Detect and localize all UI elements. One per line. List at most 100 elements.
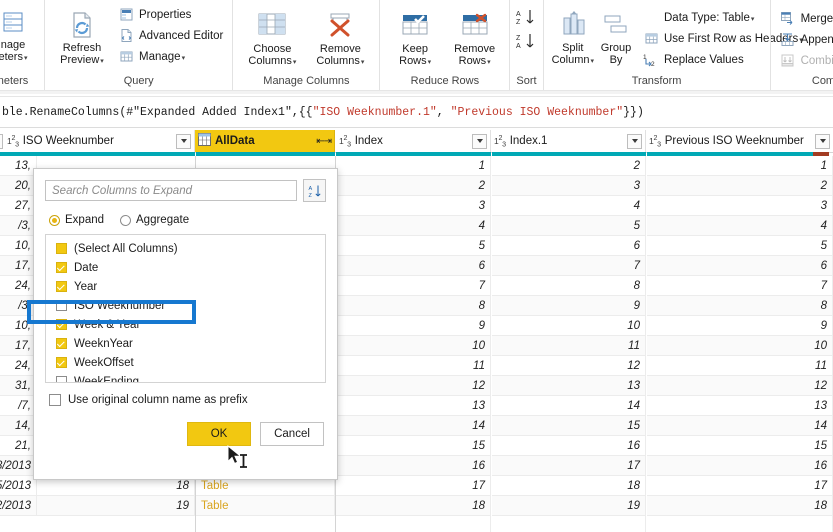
filter-dropdown-icon-0[interactable]: [0, 133, 3, 149]
expand-column-item[interactable]: Week & Year: [46, 315, 325, 334]
manage-parameters-label-2: eters▾: [0, 51, 28, 63]
properties-button[interactable]: Properties: [115, 5, 226, 24]
choose-columns-label-1: Choose: [253, 43, 292, 55]
cell-index: 1: [336, 156, 491, 176]
radio-expand[interactable]: Expand: [49, 214, 104, 226]
cell-index1: 15: [492, 416, 646, 436]
expand-column-item[interactable]: ISO Weeknumber: [46, 296, 325, 315]
filter-dropdown-icon-3[interactable]: [627, 133, 642, 149]
expand-column-checkbox[interactable]: [56, 262, 67, 273]
expand-column-item[interactable]: Date: [46, 258, 325, 277]
cell-previous-iso-weeknumber: 2: [647, 176, 833, 196]
manage-parameters-button[interactable]: nage eters▾: [0, 3, 38, 67]
expand-column-label: Year: [74, 280, 98, 293]
column-header-label-2: Index: [354, 135, 383, 147]
use-original-prefix-label: Use original column name as prefix: [68, 394, 248, 406]
combine-files-label: Combine Files: [800, 54, 833, 67]
ribbon-group-title-sort: Sort: [516, 75, 537, 87]
cell-index1: 2: [492, 156, 646, 176]
filter-dropdown-icon-2[interactable]: [472, 133, 487, 149]
filter-dropdown-icon-4[interactable]: [815, 133, 830, 149]
cell-index: 17: [336, 476, 491, 496]
split-column-icon: [557, 8, 589, 42]
sort-az-button[interactable]: A Z: [303, 179, 326, 202]
cell-previous-iso-weeknumber: 9: [647, 316, 833, 336]
expand-column-item[interactable]: WeekOffset: [46, 353, 325, 372]
cell-index1: 6: [492, 236, 646, 256]
column-header-alldata[interactable]: AllData ⇤⇥: [195, 130, 335, 152]
expand-column-checkbox[interactable]: [56, 357, 67, 368]
cell-index1: 8: [492, 276, 646, 296]
search-columns-input[interactable]: Search Columns to Expand: [45, 180, 297, 201]
remove-columns-button[interactable]: Remove Columns▾: [307, 7, 373, 71]
ok-button[interactable]: OK: [187, 422, 251, 446]
cell-previous-iso-weeknumber: 3: [647, 196, 833, 216]
filter-dropdown-icon-0b[interactable]: [176, 133, 191, 149]
column-header-index1[interactable]: 123 Index.1: [491, 130, 646, 152]
expand-column-checkbox[interactable]: [56, 243, 67, 254]
combine-files-button[interactable]: Combine Files: [777, 51, 833, 70]
expand-column-checkbox[interactable]: [56, 319, 67, 330]
advanced-editor-button[interactable]: Advanced Editor: [115, 26, 226, 45]
cell-previous-iso-weeknumber: 15: [647, 436, 833, 456]
append-queries-button[interactable]: Append Queries▾: [777, 30, 833, 49]
sort-descending-button[interactable]: Z A: [516, 32, 536, 53]
radio-expand-dot: [49, 214, 60, 226]
expand-column-checkbox[interactable]: [56, 281, 67, 292]
keep-rows-icon: [398, 9, 432, 43]
svg-text:A: A: [308, 186, 312, 192]
use-original-prefix-row[interactable]: Use original column name as prefix: [49, 394, 326, 406]
cell-index: 14: [336, 416, 491, 436]
group-by-button[interactable]: Group By: [598, 6, 634, 68]
query-small-buttons: Properties Advanced Editor Manage▾: [115, 3, 226, 66]
refresh-preview-label-1: Refresh: [62, 42, 102, 54]
remove-rows-button[interactable]: Remove Rows▾: [446, 7, 504, 71]
formula-bar[interactable]: ble.RenameColumns(#"Expanded Added Index…: [0, 97, 833, 127]
split-column-button[interactable]: Split Column▾: [550, 6, 596, 70]
remove-rows-label-1: Remove: [454, 43, 496, 55]
expand-column-label: WeekEnding: [74, 375, 139, 383]
choose-columns-label-2: Columns▾: [248, 55, 297, 67]
cell-index1: 4: [492, 196, 646, 216]
expand-column-checkbox[interactable]: [56, 376, 67, 382]
use-original-prefix-checkbox[interactable]: [49, 394, 61, 406]
expand-column-checkbox[interactable]: [56, 300, 67, 311]
merge-queries-button[interactable]: Merge Queries▾: [777, 9, 833, 28]
expand-column-item[interactable]: WeekEnding: [46, 372, 325, 383]
cell-index1: 17: [492, 456, 646, 476]
expand-columns-icon[interactable]: ⇤⇥: [316, 136, 332, 147]
choose-columns-button[interactable]: Choose Columns▾: [239, 7, 305, 71]
radio-aggregate[interactable]: Aggregate: [120, 214, 189, 226]
advanced-editor-label: Advanced Editor: [139, 29, 224, 42]
cell-index1: 12: [492, 356, 646, 376]
refresh-preview-label-2: Preview▾: [60, 54, 104, 66]
cell-index: 3: [336, 196, 491, 216]
remove-columns-label-2: Columns▾: [316, 55, 365, 67]
expand-column-item[interactable]: (Select All Columns): [46, 239, 325, 258]
group-by-label-1: Group: [600, 42, 632, 54]
split-column-label-2: Column▾: [551, 54, 594, 66]
cell-iso-weeknumber-date: 17,: [0, 336, 37, 356]
refresh-preview-button[interactable]: Refresh Preview▾: [51, 6, 113, 70]
keep-rows-button[interactable]: Keep Rows▾: [386, 7, 444, 71]
keep-rows-label-2: Rows▾: [399, 55, 432, 67]
append-queries-icon: [780, 32, 796, 48]
column-header-index[interactable]: 123 Index: [336, 130, 491, 152]
cell-index: [336, 516, 491, 532]
sort-az-icon: A Z: [308, 185, 321, 198]
cell-previous-iso-weeknumber: [647, 516, 833, 532]
cancel-button[interactable]: Cancel: [260, 422, 324, 446]
cell-index1: [492, 516, 646, 532]
expand-column-item[interactable]: WeeknYear: [46, 334, 325, 353]
cell-iso-weeknumber-date: 14,: [0, 416, 37, 436]
expand-column-item[interactable]: Year: [46, 277, 325, 296]
cell-index: 11: [336, 356, 491, 376]
manage-button[interactable]: Manage▾: [115, 47, 226, 66]
expand-column-checkbox[interactable]: [56, 338, 67, 349]
column-header-iso-weeknumber[interactable]: 123 ISO Weeknumber: [0, 130, 195, 152]
group-by-label-2: By: [609, 54, 623, 66]
svg-text:Z: Z: [308, 193, 312, 198]
column-header-previous-iso-weeknumber[interactable]: 123 Previous ISO Weeknumber: [646, 130, 833, 152]
sort-ascending-button[interactable]: A Z: [516, 8, 536, 29]
expand-columns-list[interactable]: (Select All Columns) Date Year ISO Weeknumb…: [45, 234, 326, 383]
